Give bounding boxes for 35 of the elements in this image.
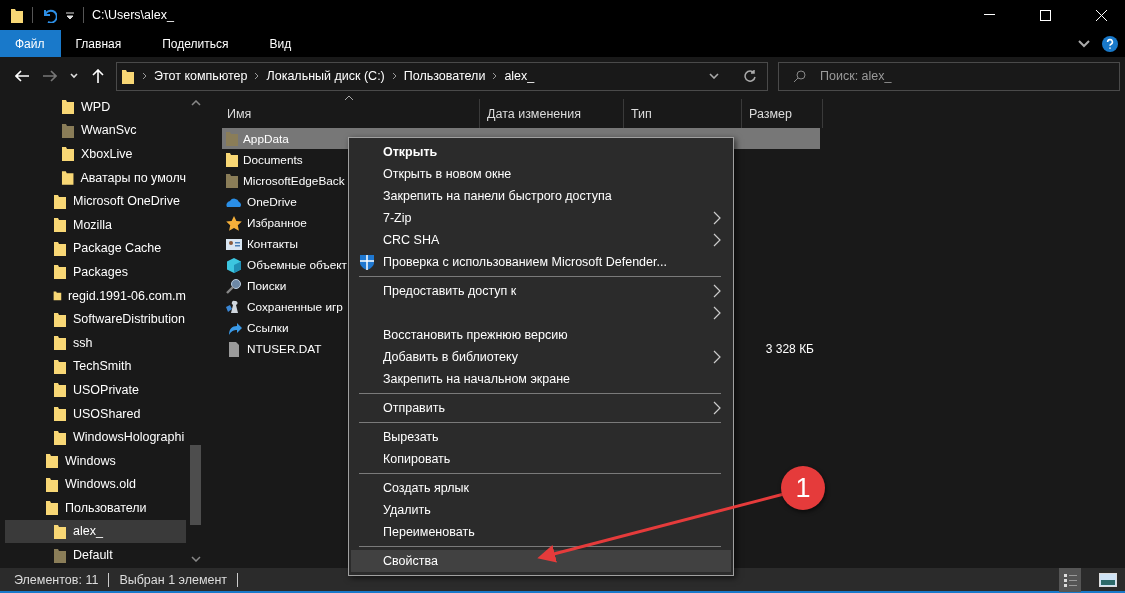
tree-item-label: SoftwareDistribution <box>73 312 185 327</box>
tree-item-label: WindowsHolographi <box>73 430 185 445</box>
tree-item-label: Windows.old <box>65 477 136 492</box>
file-size: 3 328 КБ <box>765 341 814 356</box>
tree-item-label: Package Cache <box>73 241 162 256</box>
file-name: Поиски <box>247 278 287 293</box>
tree-item-label: XboxLive <box>81 147 133 161</box>
file-name: AppData <box>243 131 289 146</box>
tree-item-label: Пользователи <box>65 500 147 515</box>
tree-item-label: Microsoft OneDrive <box>73 194 180 209</box>
tree-item-label: WPD <box>81 99 111 114</box>
tree-item-label: USOShared <box>73 406 141 421</box>
file-name: Контакты <box>247 236 298 251</box>
window-title: C:\Users\alex_ <box>92 8 174 22</box>
tree-item-label: Windows <box>65 453 116 468</box>
selection-count: Выбран 1 элемент <box>119 572 228 587</box>
file-name: OneDrive <box>247 194 297 209</box>
file-name: Documents <box>243 152 303 167</box>
item-count: Элементов: 11 <box>14 572 99 587</box>
file-name: MicrosoftEdgeBack <box>243 173 345 188</box>
tree-item-label: WwanSvc <box>81 123 137 138</box>
file-name: Объемные объект <box>247 257 347 272</box>
tree-item-label: USOPrivate <box>73 382 139 397</box>
tree-item-label: regid.1991-06.com.m <box>67 288 186 303</box>
tree-item-label: TechSmith <box>73 359 132 374</box>
file-name: Ссылки <box>247 320 289 335</box>
tree-item-label: Аватары по умолч <box>80 170 186 185</box>
tree-item-label: Default <box>73 548 113 563</box>
file-name: Сохраненные игр <box>247 299 343 314</box>
tree-item-label: alex_ <box>73 524 103 539</box>
tree-item-label: Mozilla <box>73 217 112 232</box>
tree-item-label: ssh <box>73 335 93 350</box>
file-name: Избранное <box>247 215 307 230</box>
tree-item-label: Packages <box>73 264 128 279</box>
file-name: NTUSER.DAT <box>247 341 322 356</box>
